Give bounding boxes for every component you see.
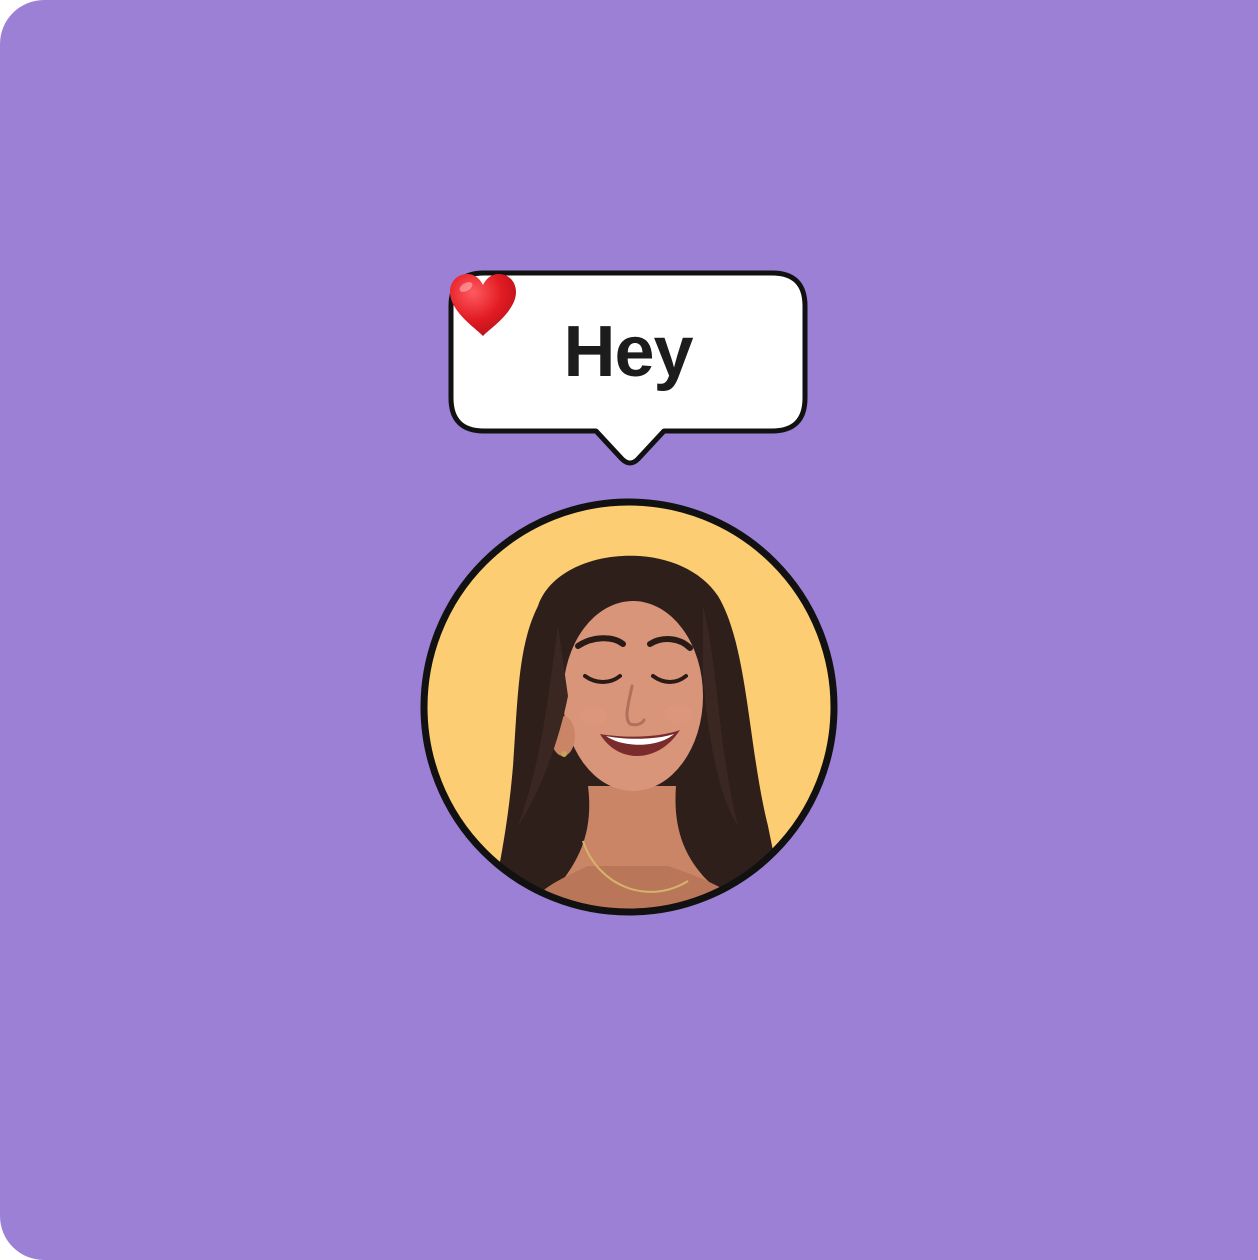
smiling-woman-photo [420, 498, 838, 916]
speech-bubble-content: Hey [448, 270, 808, 434]
avatar [418, 496, 840, 918]
speech-bubble-text: Hey [563, 312, 693, 392]
speech-bubble: Hey [448, 270, 808, 466]
purple-card: Hey [0, 0, 1258, 1260]
heart-icon [450, 274, 516, 336]
